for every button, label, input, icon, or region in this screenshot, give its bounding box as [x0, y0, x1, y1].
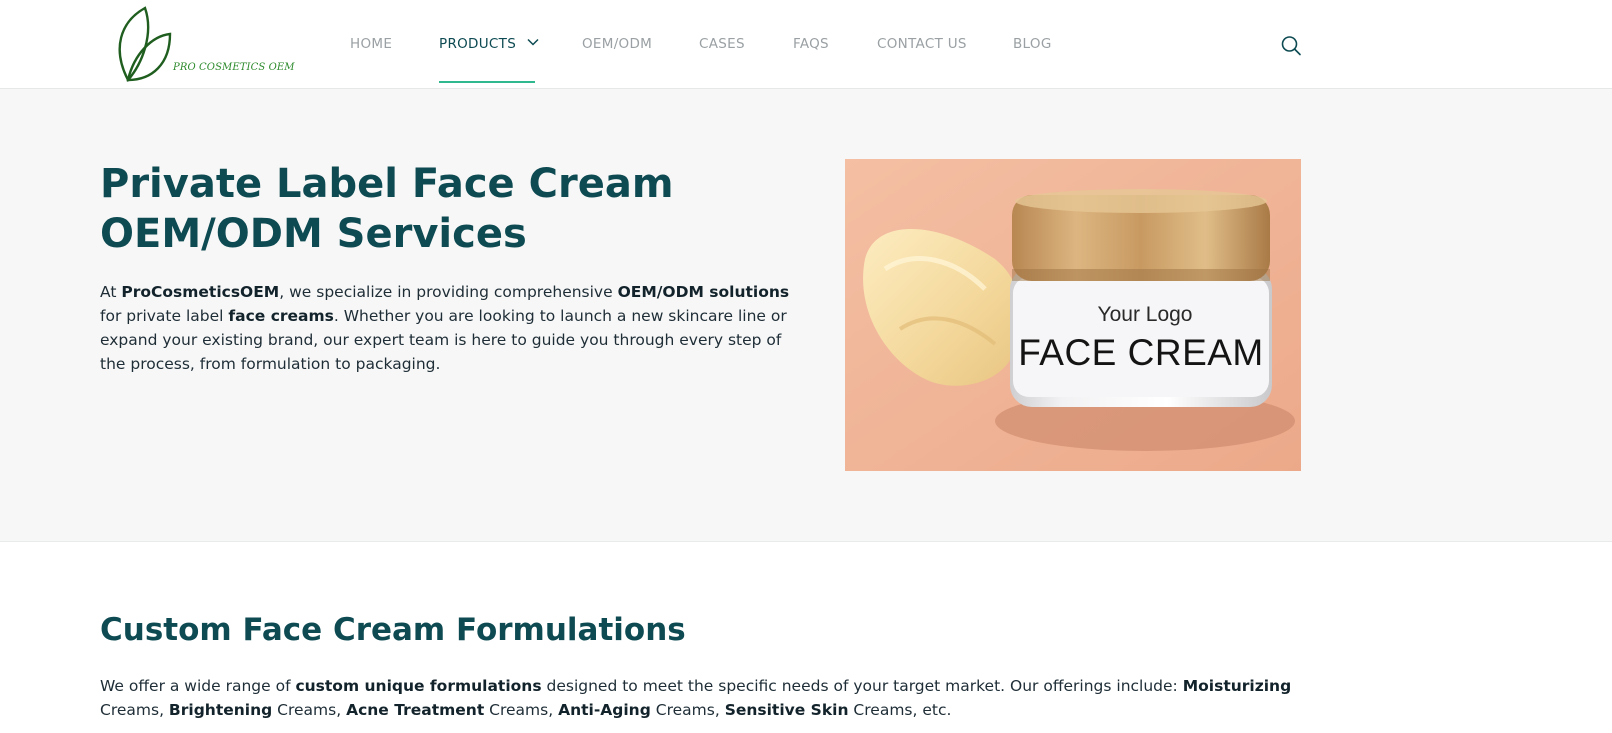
nav-oem-odm[interactable]: OEM/ODM — [582, 36, 652, 52]
nav-cases[interactable]: CASES — [699, 36, 745, 52]
active-nav-indicator — [439, 81, 535, 83]
text: designed to meet the specific needs of y… — [541, 677, 1183, 695]
nav-products[interactable]: PRODUCTS — [439, 36, 539, 52]
highlight: OEM/ODM solutions — [617, 283, 790, 301]
logo-wordmark: PRO COSMETICS OEM — [173, 62, 295, 73]
highlight: Moisturizing — [1182, 677, 1292, 695]
text: for private label — [100, 307, 229, 325]
site-header: PRO COSMETICS OEM HOME PRODUCTS OEM/ODM … — [0, 0, 1612, 89]
brand-name: ProCosmeticsOEM — [121, 283, 280, 301]
formulations-description: We offer a wide range of custom unique f… — [100, 674, 1300, 722]
jar-label-product: FACE CREAM — [1018, 332, 1264, 373]
text: Creams, — [484, 701, 559, 719]
text: Creams, — [272, 701, 347, 719]
nav-faqs[interactable]: FAQS — [793, 36, 829, 52]
page-title-line-1: Private Label Face Cream — [100, 161, 674, 207]
page-title: Private Label Face Cream OEM/ODM Service… — [100, 159, 800, 259]
nav-home[interactable]: HOME — [350, 36, 392, 52]
text: At — [100, 283, 122, 301]
hero-description: At ProCosmeticsOEM, we specialize in pro… — [100, 280, 800, 376]
highlight: Brightening — [168, 701, 273, 719]
page-title-line-2: OEM/ODM Services — [100, 211, 527, 257]
text: , we specialize in providing comprehensi… — [279, 283, 618, 301]
chevron-down-icon — [527, 34, 539, 50]
hero-section: Private Label Face Cream OEM/ODM Service… — [0, 89, 1612, 542]
highlight: Acne Treatment — [346, 701, 485, 719]
search-icon — [1281, 36, 1301, 56]
leaf-logo-icon — [118, 6, 172, 83]
formulations-heading: Custom Face Cream Formulations — [100, 612, 686, 648]
nav-contact-us[interactable]: CONTACT US — [877, 36, 967, 52]
face-cream-product-image: Your Logo FACE CREAM — [845, 159, 1301, 471]
nav-products-label: PRODUCTS — [439, 36, 517, 52]
text: Creams, — [650, 701, 725, 719]
jar-label-logo: Your Logo — [1098, 303, 1193, 326]
text: Creams, etc. — [848, 701, 952, 719]
nav-blog[interactable]: BLOG — [1013, 36, 1052, 52]
text: Creams, — [100, 701, 169, 719]
highlight: face creams — [228, 307, 334, 325]
text: We offer a wide range of — [100, 677, 296, 695]
highlight: custom unique formulations — [295, 677, 542, 695]
search-button[interactable] — [1279, 34, 1303, 58]
highlight: Anti-Aging — [558, 701, 651, 719]
highlight: Sensitive Skin — [724, 701, 849, 719]
brand-logo[interactable]: PRO COSMETICS OEM — [112, 4, 295, 84]
